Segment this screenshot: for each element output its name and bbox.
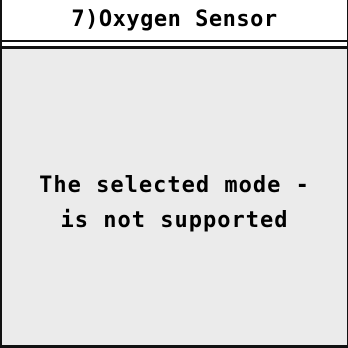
status-message: The selected mode - is not supported xyxy=(2,168,347,238)
title-bar: 7)Oxygen Sensor xyxy=(2,0,347,40)
scanner-screen: 7)Oxygen Sensor The selected mode - is n… xyxy=(0,0,348,348)
page-title: 7)Oxygen Sensor xyxy=(71,7,278,32)
header-divider-bottom xyxy=(2,46,347,49)
message-line-1: The selected mode - xyxy=(39,173,310,198)
message-line-2: is not supported xyxy=(60,208,289,233)
